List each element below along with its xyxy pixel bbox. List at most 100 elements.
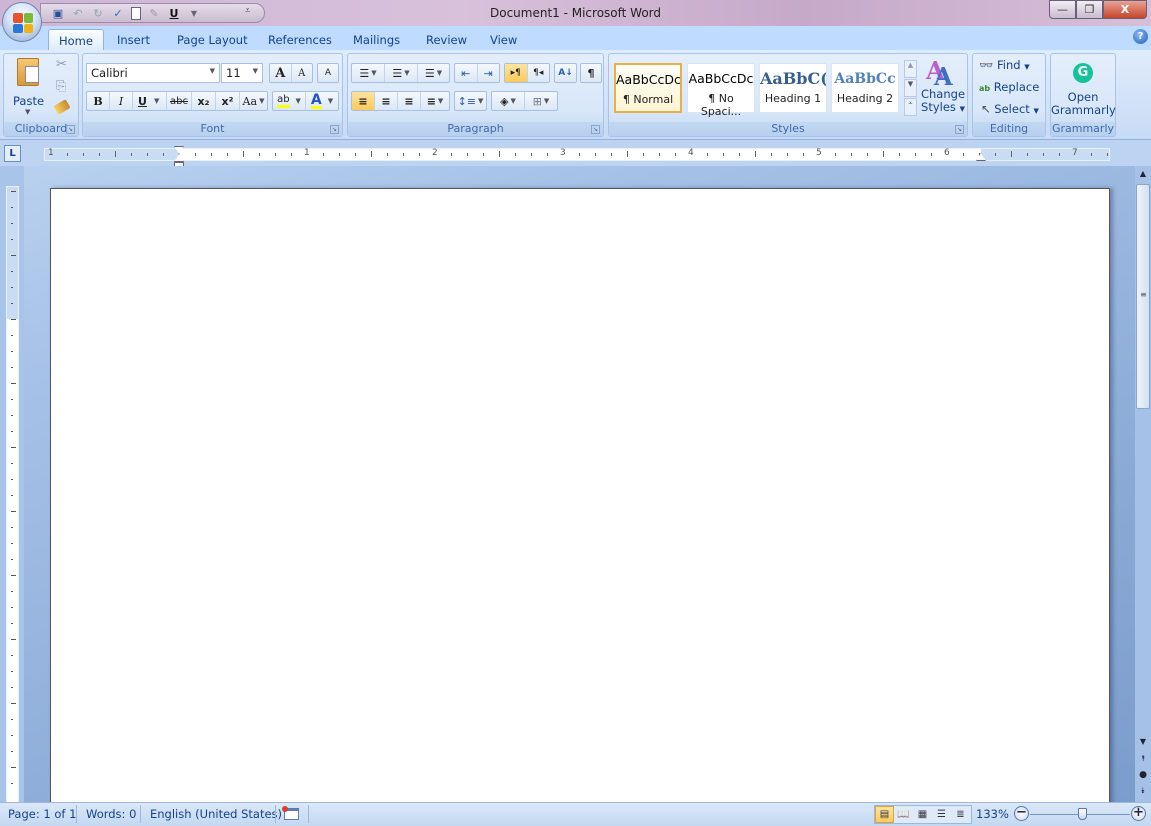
shading-dropdown-icon[interactable]: ▼ [511,97,516,105]
restore-button[interactable]: ❐ [1076,0,1103,19]
show-marks-button[interactable]: ¶ [580,63,602,83]
zoom-in-button[interactable]: + [1131,806,1146,821]
paragraph-launcher-icon[interactable]: ↘ [591,125,600,134]
macro-recording-icon[interactable] [282,806,299,820]
close-button[interactable]: X [1103,0,1147,19]
justify-dropdown-icon[interactable]: ▼ [438,97,443,105]
qat-dropdown-icon[interactable]: ▼ [187,6,201,20]
shrink-font-button[interactable]: A [292,64,313,82]
spelling-icon[interactable]: ✓ [111,6,125,20]
style-heading-1[interactable]: AaBbC( Heading 1 [759,63,827,113]
bullets-button[interactable]: ☰ ▼ [352,64,385,82]
horizontal-ruler[interactable]: 1 1 2 3 4 5 6 7 [44,146,1110,167]
align-left-button[interactable]: ≡ [352,92,375,110]
vertical-ruler[interactable] [6,186,19,819]
word-count[interactable]: Words: 0 [86,807,136,821]
align-right-button[interactable]: ≡ [398,92,421,110]
styles-scroll-up-button[interactable]: ▲ [904,60,917,78]
change-case-dropdown-icon[interactable]: ▼ [259,97,264,105]
bold-button[interactable]: B [87,92,110,110]
web-layout-button[interactable]: ▦ [913,806,932,823]
document-page[interactable] [50,188,1110,808]
paste-button[interactable]: Paste ▼ [8,56,52,118]
scroll-up-button[interactable]: ▲ [1136,167,1150,181]
borders-button[interactable]: ⊞ ▼ [525,92,557,110]
italic-button[interactable]: I [110,92,133,110]
style-heading-2[interactable]: AaBbCc Heading 2 [831,63,899,113]
scroll-down-button[interactable]: ▼ [1136,735,1150,749]
justify-button[interactable]: ≡ ▼ [421,92,449,110]
font-name-combo[interactable]: Calibri ▼ [86,63,220,83]
customize-qat-icon[interactable]: ⩡ [245,6,250,16]
font-color-button[interactable]: A ▼ [306,92,338,110]
right-to-left-button[interactable]: ¶◂ [528,64,550,82]
font-size-combo[interactable]: 11 ▼ [221,63,263,83]
highlight-button[interactable]: ab ▼ [273,92,306,110]
font-name-dropdown-icon[interactable]: ▼ [210,67,215,75]
select-browse-object-button[interactable]: ● [1136,768,1150,782]
numbering-dropdown-icon[interactable]: ▼ [404,69,409,77]
change-styles-button[interactable]: AA Change Styles ▼ [920,56,966,120]
font-launcher-icon[interactable]: ↘ [330,125,339,134]
underline-dropdown-icon[interactable]: ▼ [154,97,159,105]
previous-page-button[interactable]: ⯭ [1136,752,1150,766]
borders-dropdown-icon[interactable]: ▼ [544,97,549,105]
align-center-button[interactable]: ≡ [375,92,398,110]
copy-icon[interactable]: ⎘ [56,79,66,94]
zoom-level[interactable]: 133% [976,807,1009,821]
styles-more-button[interactable]: ⩡ [904,98,917,116]
zoom-out-button[interactable]: − [1014,806,1029,821]
tab-references[interactable]: References [258,29,342,50]
open-grammarly-button[interactable]: G Open Grammarly [1051,58,1116,117]
outline-button[interactable]: ☰ [932,806,951,823]
tab-view[interactable]: View [480,29,527,50]
grow-font-button[interactable]: A [270,64,292,82]
find-button[interactable]: 👓 Find ▼ [979,58,1030,72]
highlight-dropdown-icon[interactable]: ▼ [296,97,301,105]
style-no-spacing[interactable]: AaBbCcDc ¶ No Spaci... [687,63,755,118]
styles-launcher-icon[interactable]: ↘ [955,125,964,134]
clear-formatting-button[interactable]: A [317,63,339,83]
redo-icon[interactable]: ↻ [91,6,105,20]
styles-scroll-down-button[interactable]: ▼ [904,79,917,97]
format-painter-icon[interactable] [53,99,71,115]
underline-icon[interactable]: U [167,6,181,20]
zoom-slider-thumb[interactable] [1078,808,1087,820]
decrease-indent-button[interactable]: ⇤ [455,64,478,82]
change-case-button[interactable]: Aa ▼ [240,92,267,110]
style-normal[interactable]: AaBbCcDc ¶ Normal [614,63,682,113]
bullets-dropdown-icon[interactable]: ▼ [371,69,376,77]
page-count[interactable]: Page: 1 of 1 [8,807,76,821]
multilevel-list-button[interactable]: ☰ ▼ [418,64,449,82]
subscript-button[interactable]: x₂ [192,92,216,110]
tab-home[interactable]: Home [48,29,104,50]
tab-review[interactable]: Review [416,29,477,50]
superscript-button[interactable]: x² [216,92,240,110]
draw-icon[interactable]: ✎ [147,6,161,20]
print-layout-button[interactable]: ▤ [875,806,894,823]
office-button[interactable] [2,2,42,42]
left-to-right-button[interactable]: ▸¶ [505,64,528,82]
help-icon[interactable]: ? [1133,29,1148,44]
line-spacing-dropdown-icon[interactable]: ▼ [478,97,483,105]
line-spacing-button[interactable]: ↕≡ ▼ [454,91,487,111]
tab-selector-button[interactable]: L [4,145,21,162]
cut-icon[interactable]: ✂ [56,57,67,72]
underline-button[interactable]: U ▼ [133,92,167,110]
save-icon[interactable]: ▣ [51,6,65,20]
sort-button[interactable]: A↓ [554,63,577,83]
font-size-dropdown-icon[interactable]: ▼ [253,67,258,75]
new-document-icon[interactable] [131,6,141,20]
vertical-scrollbar[interactable]: ▲ ≡ ▼ ⯭ ● ⯯ [1135,166,1151,802]
shading-button[interactable]: ◈ ▼ [492,92,525,110]
multilevel-dropdown-icon[interactable]: ▼ [437,69,442,77]
minimize-button[interactable]: — [1049,0,1076,19]
tab-page-layout[interactable]: Page Layout [167,29,258,50]
full-screen-reading-button[interactable]: 📖 [894,806,913,823]
clipboard-launcher-icon[interactable]: ↘ [66,125,75,134]
language[interactable]: English (United States) [150,807,282,821]
next-page-button[interactable]: ⯯ [1136,784,1150,798]
scrollbar-thumb[interactable]: ≡ [1136,184,1150,409]
tab-insert[interactable]: Insert [107,29,160,50]
replace-button[interactable]: ab Replace [979,80,1039,94]
